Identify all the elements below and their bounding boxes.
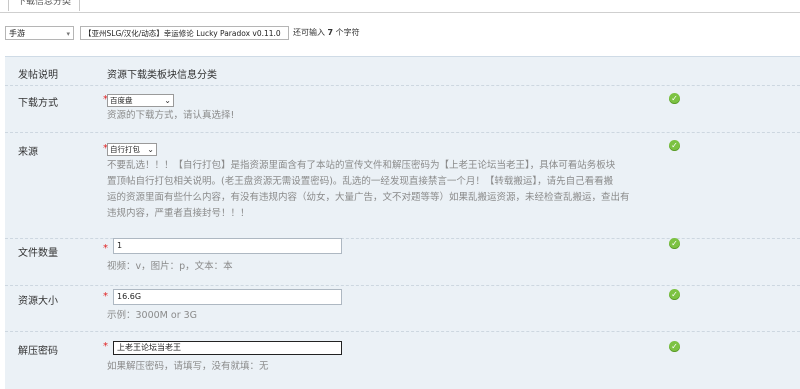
check-circle-icon: ✓ xyxy=(669,140,680,151)
resource-size-label: 资源大小 xyxy=(18,296,58,307)
source-hint: 不要乱选！！！【自行打包】是指资源里面含有了本站的宣传文件和解压密码为【上老王论… xyxy=(107,158,677,222)
source-hint-line: 置顶帖自行打包相关说明。(老王盘资源无需设置密码)。乱选的一经发现直接禁言一个月… xyxy=(107,176,614,187)
password-label: 解压密码 xyxy=(18,346,58,357)
row-source: 来源 * 自行打包 ⌄ 不要乱选！！！【自行打包】是指资源里面含有了本站的宣传文… xyxy=(5,132,800,239)
download-method-value: 百度盘 xyxy=(110,96,133,105)
row-description: 发帖说明 资源下载类板块信息分类 xyxy=(5,57,800,86)
category-select[interactable]: 手游 ▾ xyxy=(5,26,74,40)
required-mark: * xyxy=(103,291,108,302)
tab-bar: 下载信息分类 xyxy=(0,0,800,13)
check-circle-icon: ✓ xyxy=(669,93,680,104)
subject-title-input[interactable]: 【亚州SLG/汉化/动态】幸运修论 Lucky Paradox v0.11.0 xyxy=(80,26,289,40)
check-circle-icon: ✓ xyxy=(669,238,680,249)
resource-size-hint: 示例：3000M or 3G xyxy=(107,310,198,321)
info-panel: 发帖说明 资源下载类板块信息分类 下载方式 * 百度盘 ⌄ 资源的下载方式，请认… xyxy=(5,56,800,389)
subject-row: 手游 ▾ 【亚州SLG/汉化/动态】幸运修论 Lucky Paradox v0.… xyxy=(0,24,800,44)
download-method-select[interactable]: 百度盘 ⌄ xyxy=(107,94,174,107)
description-label: 发帖说明 xyxy=(18,70,58,81)
row-resource-size: 资源大小 * 16.6G 示例：3000M or 3G ✓ xyxy=(5,285,800,332)
file-count-input[interactable]: 1 xyxy=(113,238,342,254)
password-input[interactable]: 上老王论坛当老王 xyxy=(113,341,342,355)
file-count-label: 文件数量 xyxy=(18,248,58,259)
tab-download-info[interactable]: 下载信息分类 xyxy=(8,0,81,11)
required-mark: * xyxy=(103,243,108,254)
row-file-count: 文件数量 * 1 视频：v，图片：p，文本：本 ✓ xyxy=(5,238,800,286)
source-label: 来源 xyxy=(18,147,38,158)
password-hint: 如果解压密码，请填写，没有就填：无 xyxy=(107,361,269,372)
source-hint-line: 运的资源里面有些什么内容，有没有违规内容（幼女，大量广告，文不对题等等）如果乱搬… xyxy=(107,192,630,203)
chevron-down-icon: ⌄ xyxy=(147,145,154,154)
remaining-count: 7 xyxy=(327,28,334,37)
source-hint-line: 违规内容，严重者直接封号！！！ xyxy=(107,208,250,219)
chevron-down-icon: ⌄ xyxy=(164,96,171,105)
download-method-label: 下载方式 xyxy=(18,98,58,109)
check-circle-icon: ✓ xyxy=(669,289,680,300)
resource-size-input[interactable]: 16.6G xyxy=(113,289,342,305)
remaining-prefix: 还可输入 xyxy=(293,28,325,37)
required-mark: * xyxy=(103,341,108,352)
remaining-suffix: 个字符 xyxy=(335,28,360,37)
description-value: 资源下载类板块信息分类 xyxy=(107,70,217,81)
check-circle-icon: ✓ xyxy=(669,341,680,352)
source-hint-line: 不要乱选！！！【自行打包】是指资源里面含有了本站的宣传文件和解压密码为【上老王论… xyxy=(107,160,616,171)
source-select[interactable]: 自行打包 ⌄ xyxy=(107,143,157,156)
remaining-chars: 还可输入 7 个字符 xyxy=(293,27,360,39)
category-select-value: 手游 xyxy=(9,29,25,38)
row-download-method: 下载方式 * 百度盘 ⌄ 资源的下载方式，请认真选择! ✓ xyxy=(5,85,800,133)
download-method-hint: 资源的下载方式，请认真选择! xyxy=(107,110,235,121)
row-password: 解压密码 * 上老王论坛当老王 如果解压密码，请填写，没有就填：无 ✓ xyxy=(5,331,800,387)
file-count-hint: 视频：v，图片：p，文本：本 xyxy=(107,261,233,272)
chevron-down-icon: ▾ xyxy=(66,30,70,38)
source-value: 自行打包 xyxy=(110,145,140,154)
